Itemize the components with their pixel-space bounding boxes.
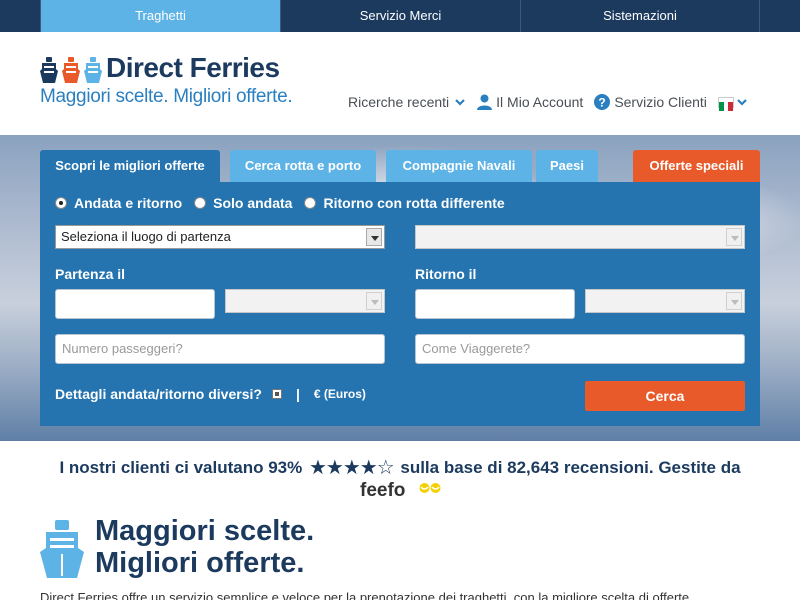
radio-button[interactable]	[194, 197, 207, 209]
radio-button[interactable]	[55, 197, 67, 209]
tab-best-offers[interactable]: Scopri le migliori offerte	[40, 150, 220, 182]
account-label: Il Mio Account	[496, 94, 584, 110]
dropdown-arrow-icon	[366, 292, 382, 310]
return-date-label: Ritorno il	[415, 266, 477, 282]
nav-tab-traghetti[interactable]: Traghetti	[40, 0, 280, 32]
reviews-strip: I nostri clienti ci valutano 93% ★★★★☆ s…	[0, 455, 800, 480]
return-time-select[interactable]	[585, 289, 745, 313]
language-selector[interactable]	[717, 96, 748, 111]
radio-return[interactable]: Andata e ritorno	[55, 195, 182, 211]
header-links: Ricerche recenti Il Mio Account ? Serviz…	[348, 92, 759, 112]
travel-mode-input[interactable]: Come Viaggerete?	[415, 334, 745, 364]
different-details-checkbox[interactable]	[271, 389, 282, 399]
account-link[interactable]: Il Mio Account	[477, 94, 583, 110]
arrival-port-select[interactable]	[415, 225, 745, 249]
nav-tab-sistemazioni[interactable]: Sistemazioni	[520, 0, 760, 32]
chevron-down-icon	[455, 99, 465, 106]
reviews-prefix: I nostri clienti ci valutano 93%	[59, 458, 303, 477]
radio-different-route[interactable]: Ritorno con rotta differente	[304, 195, 505, 211]
nav-tab-servizio-merci[interactable]: Servizio Merci	[280, 0, 520, 32]
section-title-line2: Migliori offerte.	[95, 547, 305, 579]
hero-search-section: Scopri le migliori offerte Cerca rotta e…	[0, 135, 800, 441]
support-link[interactable]: ? Servizio Clienti	[594, 94, 707, 110]
radio-label: Solo andata	[213, 195, 293, 211]
italy-flag-icon	[717, 96, 734, 111]
trip-type-radios: Andata e ritorno Solo andata Ritorno con…	[55, 195, 517, 211]
search-panel: Andata e ritorno Solo andata Ritorno con…	[40, 182, 760, 426]
logo-tagline: Maggiori scelte. Migliori offerte.	[40, 86, 293, 107]
passengers-input[interactable]: Numero passeggeri?	[55, 334, 385, 364]
dropdown-arrow-icon	[366, 228, 382, 246]
departure-port-select[interactable]: Seleziona il luogo di partenza	[55, 225, 385, 249]
section-title-line1: Maggiori scelte.	[95, 515, 315, 547]
radio-one-way[interactable]: Solo andata	[194, 195, 292, 211]
departure-time-select[interactable]	[225, 289, 385, 313]
radio-label: Andata e ritorno	[74, 195, 183, 211]
intro-paragraph: Direct Ferries offre un servizio semplic…	[40, 590, 690, 600]
tab-special-offers[interactable]: Offerte speciali	[633, 150, 760, 182]
ship-icon	[40, 520, 84, 578]
radio-label: Ritorno con rotta differente	[323, 195, 505, 211]
details-row: Dettagli andata/ritorno diversi? | € (Eu…	[55, 386, 366, 402]
feefo-eyes-icon	[419, 483, 441, 493]
tab-countries[interactable]: Paesi	[536, 150, 598, 182]
chevron-down-icon	[737, 99, 747, 106]
recent-searches-link[interactable]: Ricerche recenti	[348, 94, 466, 110]
radio-button[interactable]	[304, 197, 317, 209]
currency-selector[interactable]: € (Euros)	[314, 387, 366, 401]
different-details-label: Dettagli andata/ritorno diversi?	[55, 386, 262, 402]
support-label: Servizio Clienti	[614, 94, 707, 110]
tab-route-port[interactable]: Cerca rotta e porto	[230, 150, 376, 182]
svg-text:?: ?	[599, 96, 606, 110]
user-icon	[477, 94, 493, 110]
feefo-logo[interactable]: feefo	[360, 480, 405, 502]
recent-searches-label: Ricerche recenti	[348, 94, 450, 110]
logo-name: Direct Ferries	[106, 52, 280, 83]
search-button[interactable]: Cerca	[585, 381, 745, 411]
help-icon: ?	[594, 94, 611, 110]
dropdown-arrow-icon	[726, 292, 742, 310]
ferries-logo-icon	[40, 57, 102, 83]
return-date-input[interactable]	[415, 289, 575, 319]
site-header: Direct Ferries Maggiori scelte. Migliori…	[0, 32, 800, 135]
departure-date-label: Partenza il	[55, 266, 126, 282]
tab-ferry-companies[interactable]: Compagnie Navali	[386, 150, 532, 182]
top-navigation: Traghetti Servizio Merci Sistemazioni	[0, 0, 800, 32]
dropdown-arrow-icon	[726, 228, 742, 246]
reviews-suffix: sulla base di 82,643 recensioni. Gestite…	[400, 458, 741, 477]
rating-stars-icon: ★★★★☆	[308, 457, 395, 479]
section-title: Maggiori scelte. Migliori offerte.	[95, 515, 314, 579]
departure-date-input[interactable]	[55, 289, 215, 319]
separator: |	[295, 386, 300, 402]
departure-port-value: Seleziona il luogo di partenza	[61, 229, 231, 244]
